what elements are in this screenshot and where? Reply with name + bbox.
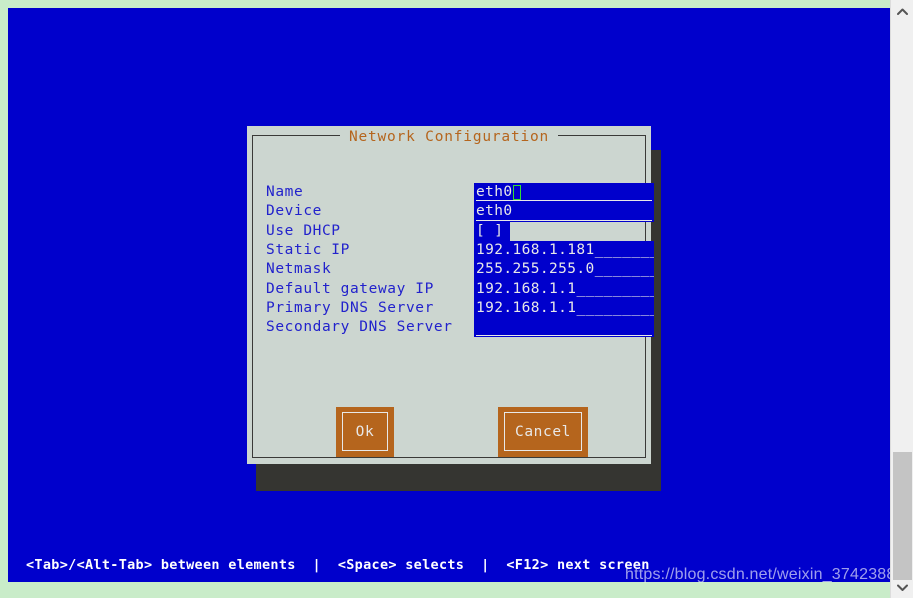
form-row-static-ip: Static IP 192.168.1.181 _______ — [266, 240, 654, 261]
checkbox-use-dhcp[interactable]: [ ] — [474, 221, 510, 241]
input-primary-dns-server-fill: _________ — [576, 299, 654, 316]
input-secondary-dns-server-underline — [476, 335, 652, 337]
input-name[interactable]: eth0 — [474, 183, 654, 203]
label-device: Device — [266, 203, 322, 220]
terminal-canvas: Network Configuration Name eth0 Device e… — [8, 8, 890, 582]
cancel-button-wrap: Cancel — [498, 407, 588, 457]
network-config-form: Name eth0 Device eth0 Use DHCP [] Stati… — [266, 183, 654, 457]
page-scrollbar[interactable] — [890, 0, 913, 598]
form-row-netmask: Netmask 255.255.255.0________ — [266, 260, 654, 280]
ok-button-label: Ok — [355, 424, 375, 440]
form-row-default-gateway-ip: Default gateway IP 192.168.1.1 _________ — [266, 279, 654, 299]
input-primary-dns-server-value: 192.168.1.1 — [476, 299, 577, 316]
input-default-gateway-ip-value: 192.168.1.1 — [476, 280, 577, 297]
scroll-down-button[interactable] — [891, 576, 913, 598]
text-cursor-icon — [512, 185, 521, 201]
chevron-up-icon — [897, 8, 908, 15]
form-row-primary-dns-server: Primary DNS Server 192.168.1.1 _________ — [266, 298, 654, 319]
input-netmask-value: 255.255.255.0 — [476, 261, 595, 278]
dialog-button-row: Ok Cancel — [266, 407, 637, 477]
input-static-ip-value: 192.168.1.181 — [476, 242, 595, 259]
network-configuration-dialog: Network Configuration Name eth0 Device e… — [247, 126, 654, 464]
screenshot-root: Network Configuration Name eth0 Device e… — [0, 0, 913, 598]
label-name: Name — [266, 184, 304, 201]
form-row-device: Device eth0 — [266, 202, 654, 222]
input-default-gateway-ip-fill: _________ — [576, 280, 654, 297]
form-row-secondary-dns-server: Secondary DNS Server — [266, 318, 654, 338]
keyboard-help-text: <Tab>/<Alt-Tab> between elements | <Spac… — [26, 557, 650, 573]
input-static-ip[interactable]: 192.168.1.181 _______ — [474, 240, 654, 261]
ok-button[interactable]: Ok — [336, 407, 394, 457]
cancel-button[interactable]: Cancel — [498, 407, 588, 457]
input-default-gateway-ip[interactable]: 192.168.1.1 _________ — [474, 279, 654, 299]
input-device-value: eth0 — [476, 203, 513, 220]
label-netmask: Netmask — [266, 261, 332, 278]
label-use-dhcp: Use DHCP — [266, 222, 341, 239]
form-row-use-dhcp: Use DHCP [ ] — [266, 221, 637, 241]
label-default-gateway-ip: Default gateway IP — [266, 280, 434, 297]
scrollbar-thumb[interactable] — [893, 452, 912, 580]
label-static-ip: Static IP — [266, 242, 350, 259]
input-device[interactable]: eth0 — [474, 202, 654, 222]
input-secondary-dns-server[interactable] — [474, 318, 654, 338]
checkbox-use-dhcp-glyph: [ ] — [476, 222, 504, 239]
input-static-ip-fill: _______ — [594, 242, 654, 259]
input-netmask-fill: ________ — [594, 261, 654, 278]
chevron-down-icon — [897, 584, 908, 591]
input-netmask[interactable]: 255.255.255.0________ — [474, 260, 654, 280]
scroll-up-button[interactable] — [891, 0, 913, 22]
label-primary-dns-server: Primary DNS Server — [266, 299, 434, 316]
ok-button-wrap: Ok — [336, 407, 394, 457]
keyboard-help-bar: <Tab>/<Alt-Tab> between elements | <Spac… — [8, 554, 890, 576]
label-secondary-dns-server: Secondary DNS Server — [266, 319, 453, 336]
form-row-name: Name eth0 — [266, 183, 654, 203]
cancel-button-label: Cancel — [515, 424, 571, 440]
input-primary-dns-server[interactable]: 192.168.1.1 _________ — [474, 298, 654, 319]
input-name-value: eth0 — [476, 184, 513, 201]
